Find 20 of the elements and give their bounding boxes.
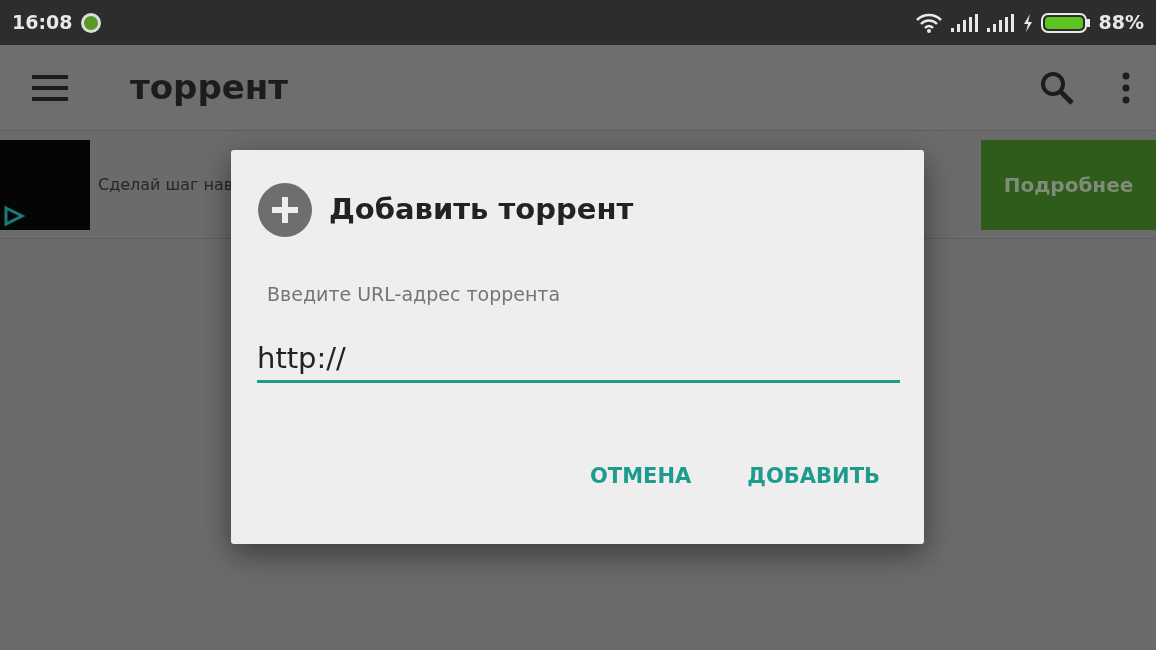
add-icon (257, 182, 313, 238)
field-label: Введите URL-адрес торрента (267, 282, 562, 307)
signal-icon (950, 13, 979, 32)
wifi-icon (914, 12, 943, 33)
menu-icon[interactable] (32, 74, 68, 101)
add-button[interactable]: ДОБАВИТЬ (727, 453, 900, 501)
notification-icon (80, 12, 103, 34)
status-time: 16:08 (12, 10, 73, 36)
play-icon (3, 204, 25, 227)
battery-percent: 88% (1098, 10, 1144, 36)
url-input-field[interactable]: http:// (257, 336, 900, 383)
more-options-icon[interactable] (1122, 71, 1130, 104)
search-icon[interactable] (1040, 70, 1074, 105)
charging-icon (1022, 13, 1033, 32)
signal-icon (986, 13, 1015, 32)
ad-more-button[interactable]: Подробнее (981, 139, 1156, 230)
dialog-title: Добавить торрент (329, 191, 634, 229)
battery-icon (1040, 12, 1091, 33)
app-title: торрент (130, 66, 288, 109)
cancel-button[interactable]: ОТМЕНА (570, 453, 712, 501)
